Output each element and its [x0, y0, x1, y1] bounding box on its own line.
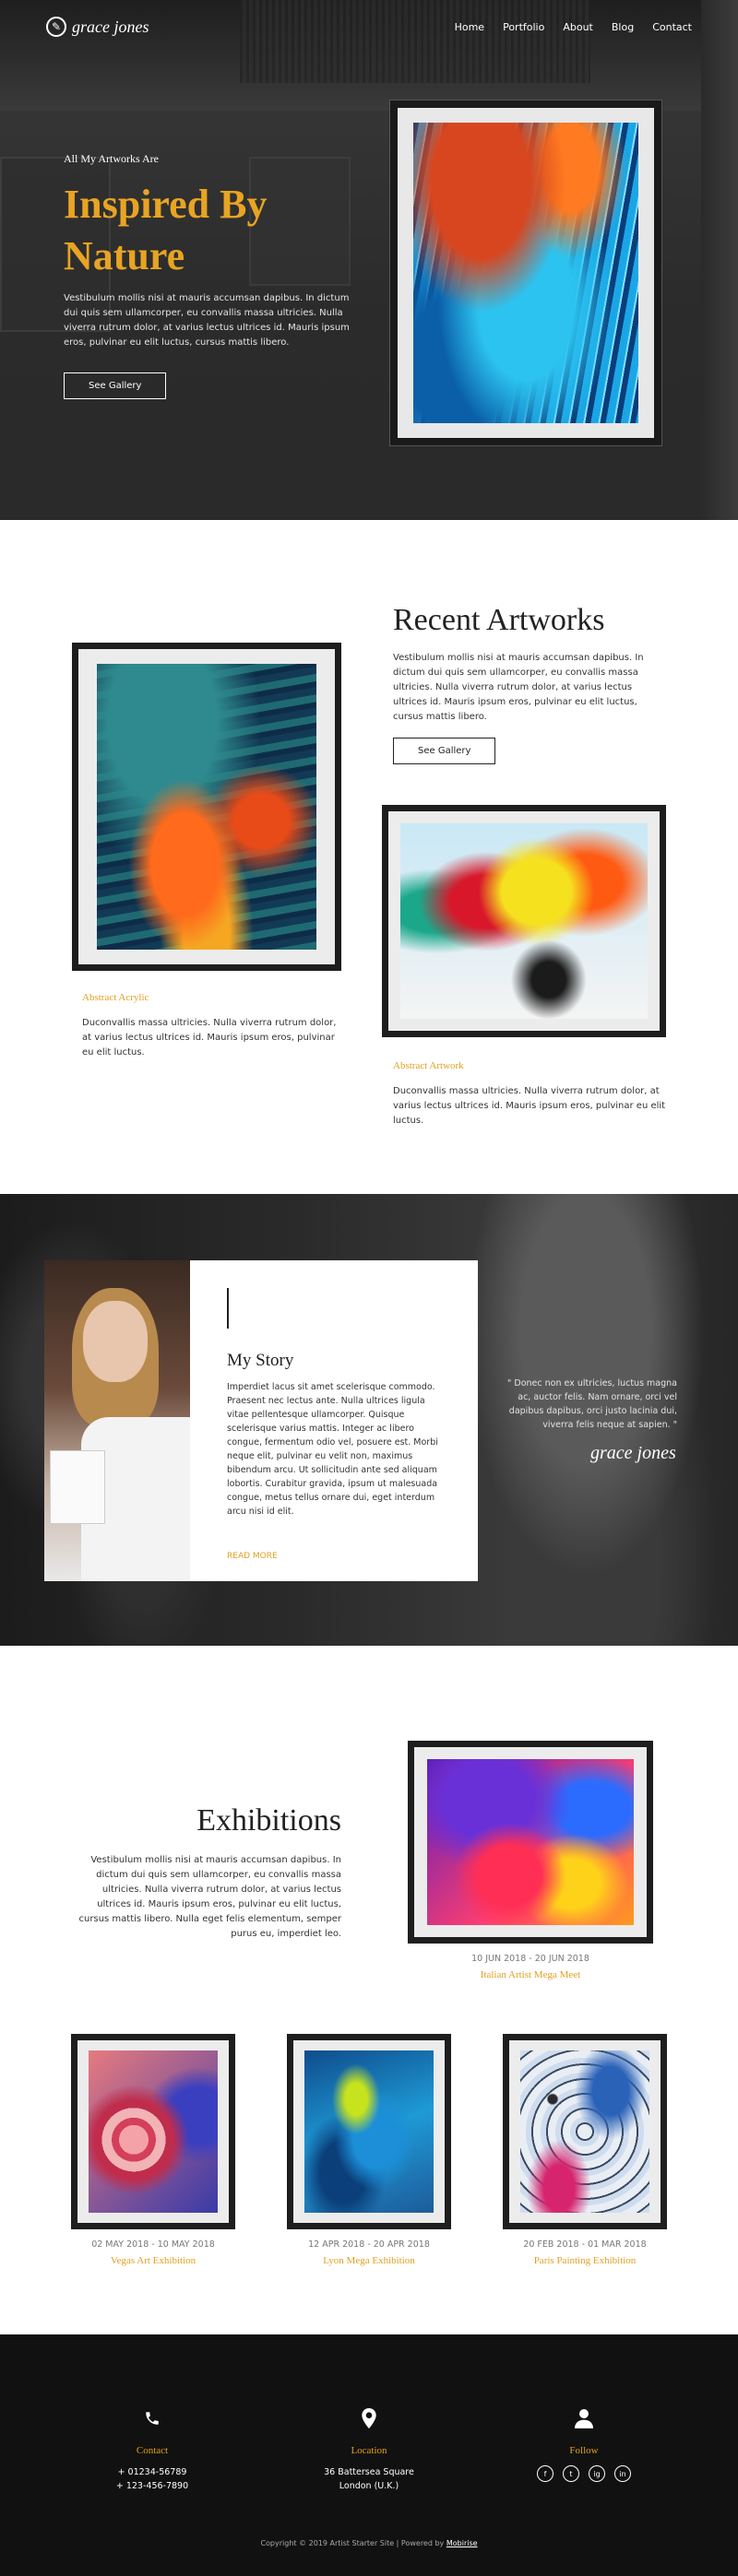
- exhibition-caption: 02 MAY 2018 - 10 MAY 2018 Vegas Art Exhi…: [71, 2239, 235, 2267]
- exhibition-dates: 20 FEB 2018 - 01 MAR 2018: [523, 2239, 647, 2250]
- nav-contact[interactable]: Contact: [652, 21, 692, 33]
- footer-contact: Contact + 01234-56789 + 123-456-7890: [60, 2408, 244, 2493]
- recent-see-gallery-button[interactable]: See Gallery: [393, 738, 496, 764]
- artwork-caption: Abstract Acrylic Duconvallis massa ultri…: [82, 990, 340, 1060]
- artwork-title[interactable]: Abstract Acrylic: [82, 990, 340, 1005]
- background-pillar: [701, 0, 738, 520]
- divider: [227, 1288, 229, 1329]
- exhibition-frame[interactable]: [503, 2034, 667, 2229]
- exhibition-name[interactable]: Paris Painting Exhibition: [503, 2254, 667, 2267]
- exhibition-dates: 02 MAY 2018 - 10 MAY 2018: [91, 2239, 215, 2250]
- artwork-frame[interactable]: [72, 643, 341, 971]
- canvas-icon: [50, 1450, 105, 1524]
- exhibition-caption: 20 FEB 2018 - 01 MAR 2018 Paris Painting…: [503, 2239, 667, 2267]
- nav-about[interactable]: About: [563, 21, 593, 33]
- phone-number[interactable]: + 01234-56789: [60, 2465, 244, 2479]
- exhibition-dates: 10 JUN 2018 - 20 JUN 2018: [471, 1954, 589, 1964]
- copyright: Copyright © 2019 Artist Starter Site | P…: [0, 2539, 738, 2547]
- artwork-abstract-acrylic: [97, 664, 316, 950]
- hero-title-line2: Nature: [64, 233, 185, 278]
- hero-see-gallery-button[interactable]: See Gallery: [64, 372, 167, 399]
- footer: Contact + 01234-56789 + 123-456-7890 Loc…: [0, 2334, 738, 2576]
- artwork-frame[interactable]: [382, 805, 666, 1037]
- location-pin-icon: [277, 2408, 461, 2428]
- logo-icon: ✎: [46, 17, 66, 37]
- logo[interactable]: ✎ grace jones: [46, 17, 149, 37]
- hero-section: ✎ grace jones Home Portfolio About Blog …: [0, 0, 738, 520]
- phone-icon: [60, 2408, 244, 2428]
- address-line: 36 Battersea Square: [324, 2467, 414, 2477]
- recent-artworks-title: Recent Artworks: [393, 603, 605, 637]
- artist-photo: [44, 1260, 190, 1581]
- exhibition-name[interactable]: Lyon Mega Exhibition: [287, 2254, 451, 2267]
- story-text: Imperdiet lacus sit amet scelerisque com…: [227, 1382, 438, 1517]
- read-more-link[interactable]: READ MORE: [227, 1552, 278, 1561]
- hero-painting-frame: [389, 100, 662, 446]
- facebook-icon[interactable]: f: [537, 2465, 554, 2482]
- hero-title-line1: Inspired By: [64, 182, 268, 227]
- exhibition-frame[interactable]: [287, 2034, 451, 2229]
- story-card: My Story Imperdiet lacus sit amet sceler…: [190, 1260, 478, 1581]
- my-story-section: My Story Imperdiet lacus sit amet sceler…: [0, 1194, 738, 1646]
- footer-location-title: Location: [351, 2445, 387, 2456]
- exhibition-caption: 12 APR 2018 - 20 APR 2018 Lyon Mega Exhi…: [287, 2239, 451, 2267]
- user-icon: [492, 2408, 676, 2428]
- powered-by-link[interactable]: Mobirise: [446, 2539, 478, 2547]
- nav-blog[interactable]: Blog: [612, 21, 634, 33]
- social-links: f t ig in: [492, 2465, 676, 2482]
- artwork-title[interactable]: Abstract Artwork: [393, 1058, 666, 1073]
- exhibition-painting: [89, 2050, 218, 2213]
- copyright-text: Copyright © 2019 Artist Starter Site | P…: [260, 2539, 445, 2547]
- hero-text: Vestibulum mollis nisi at mauris accumsa…: [64, 293, 350, 348]
- exhibition-name[interactable]: Vegas Art Exhibition: [71, 2254, 235, 2267]
- exhibition-frame[interactable]: [71, 2034, 235, 2229]
- exhibition-caption: 10 JUN 2018 - 20 JUN 2018 Italian Artist…: [408, 1953, 653, 1981]
- nav-home[interactable]: Home: [455, 21, 484, 33]
- exhibitions-title: Exhibitions: [196, 1803, 341, 1837]
- artwork-abstract-artwork: [400, 823, 648, 1019]
- hero-eyebrow: All My Artworks Are: [64, 152, 159, 165]
- hero-content: All My Artworks Are Inspired By Nature V…: [64, 152, 359, 399]
- top-nav: ✎ grace jones Home Portfolio About Blog …: [0, 13, 738, 41]
- instagram-icon[interactable]: ig: [589, 2465, 605, 2482]
- exhibition-painting: [427, 1759, 634, 1925]
- footer-follow: Follow f t ig in: [492, 2408, 676, 2482]
- exhibitions-text: Vestibulum mollis nisi at mauris accumsa…: [78, 1855, 341, 1939]
- artwork-caption: Abstract Artwork Duconvallis massa ultri…: [393, 1058, 666, 1128]
- twitter-icon[interactable]: t: [563, 2465, 579, 2482]
- address-line: London (U.K.): [339, 2481, 399, 2491]
- main-menu: Home Portfolio About Blog Contact: [455, 21, 692, 33]
- story-title: My Story: [227, 1351, 294, 1370]
- recent-artworks-text: Vestibulum mollis nisi at mauris accumsa…: [393, 653, 644, 722]
- exhibition-name[interactable]: Italian Artist Mega Meet: [408, 1968, 653, 1981]
- linkedin-icon[interactable]: in: [614, 2465, 631, 2482]
- footer-follow-title: Follow: [569, 2445, 599, 2456]
- exhibition-painting: [520, 2050, 649, 2213]
- exhibition-dates: 12 APR 2018 - 20 APR 2018: [308, 2239, 430, 2250]
- footer-location: Location 36 Battersea Square London (U.K…: [277, 2408, 461, 2493]
- artwork-description: Duconvallis massa ultricies. Nulla viver…: [82, 1018, 337, 1058]
- artwork-description: Duconvallis massa ultricies. Nulla viver…: [393, 1086, 666, 1126]
- hero-title: Inspired By Nature: [64, 179, 359, 282]
- logo-text: grace jones: [72, 17, 149, 36]
- nav-portfolio[interactable]: Portfolio: [503, 21, 544, 33]
- story-quote: " Donec non ex ultricies, luctus magna a…: [507, 1378, 677, 1430]
- phone-number[interactable]: + 123-456-7890: [60, 2479, 244, 2493]
- footer-contact-title: Contact: [136, 2445, 169, 2456]
- hero-painting: [413, 123, 638, 423]
- signature: grace jones: [590, 1443, 676, 1463]
- exhibition-frame[interactable]: [408, 1741, 653, 1944]
- exhibition-painting: [304, 2050, 434, 2213]
